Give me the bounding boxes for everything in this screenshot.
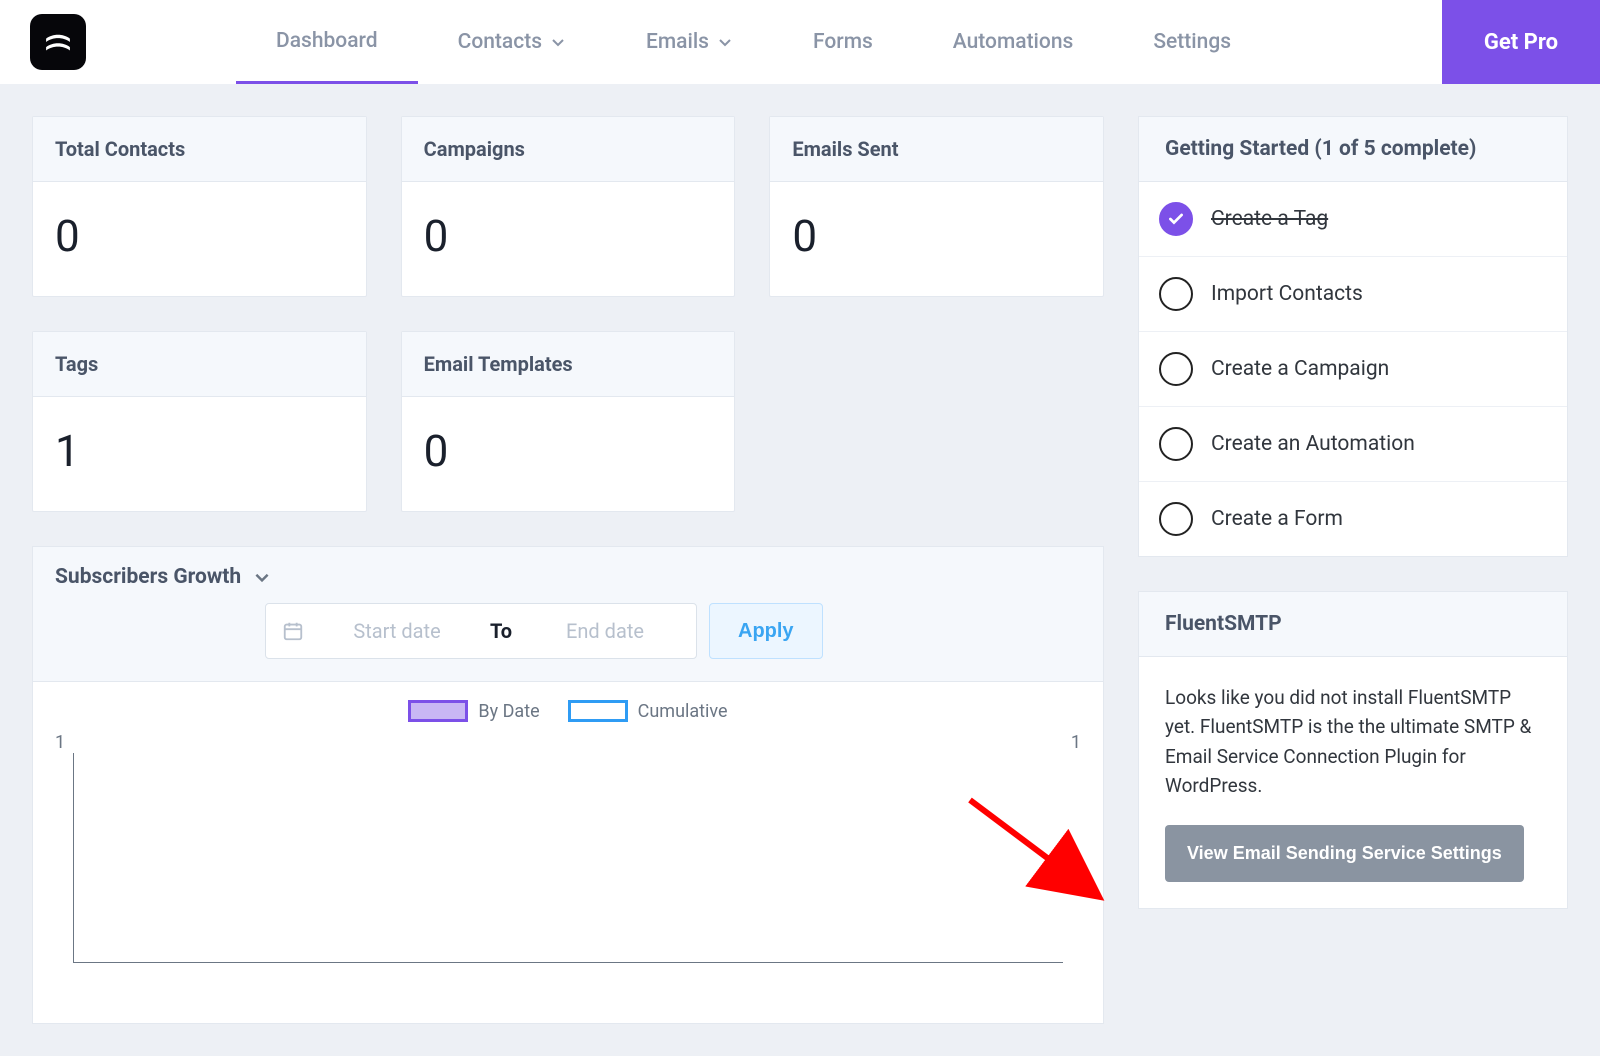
main-nav: Dashboard Contacts Emails Forms Automati… <box>236 0 1271 84</box>
swatch-icon <box>408 700 468 722</box>
step-create-tag[interactable]: Create a Tag <box>1139 182 1567 257</box>
chevron-down-icon[interactable] <box>253 568 271 586</box>
circle-icon <box>1159 427 1193 461</box>
stat-value: 0 <box>770 182 1103 296</box>
start-date-field[interactable]: Start date <box>322 619 472 643</box>
stat-value: 0 <box>33 182 366 296</box>
legend-label: By Date <box>478 701 539 722</box>
step-label: Import Contacts <box>1211 282 1363 306</box>
nav-automations[interactable]: Automations <box>913 0 1114 84</box>
chevron-down-icon <box>550 34 566 50</box>
main-area: Total Contacts 0 Campaigns 0 Emails Sent… <box>0 84 1600 1056</box>
stat-label: Tags <box>33 332 366 397</box>
nav-emails[interactable]: Emails <box>606 0 773 84</box>
left-column: Total Contacts 0 Campaigns 0 Emails Sent… <box>32 116 1104 1024</box>
step-label: Create a Tag <box>1211 207 1328 231</box>
y-left-tick: 1 <box>55 732 65 753</box>
chart-title: Subscribers Growth <box>55 565 241 589</box>
stat-campaigns[interactable]: Campaigns 0 <box>401 116 736 297</box>
stats-grid: Total Contacts 0 Campaigns 0 Emails Sent… <box>32 116 1104 512</box>
fluentsmtp-body: Looks like you did not install FluentSMT… <box>1139 657 1567 908</box>
legend-label: Cumulative <box>638 701 728 722</box>
y-right-tick: 1 <box>1071 732 1081 753</box>
stat-value: 1 <box>33 397 366 511</box>
stat-emails-sent[interactable]: Emails Sent 0 <box>769 116 1104 297</box>
chart-legend: By Date Cumulative <box>55 700 1081 722</box>
stat-value: 0 <box>402 182 735 296</box>
nav-settings[interactable]: Settings <box>1113 0 1271 84</box>
circle-icon <box>1159 352 1193 386</box>
circle-icon <box>1159 502 1193 536</box>
nav-forms[interactable]: Forms <box>773 0 913 84</box>
step-import-contacts[interactable]: Import Contacts <box>1139 257 1567 332</box>
fluentsmtp-text: Looks like you did not install FluentSMT… <box>1165 683 1541 801</box>
legend-cumulative[interactable]: Cumulative <box>568 700 728 722</box>
right-column: Getting Started (1 of 5 complete) Create… <box>1138 116 1568 1024</box>
stat-label: Emails Sent <box>770 117 1103 182</box>
chart-header: Subscribers Growth Start date To End dat… <box>33 547 1103 682</box>
stat-email-templates[interactable]: Email Templates 0 <box>401 331 736 512</box>
stat-label: Total Contacts <box>33 117 366 182</box>
fluent-logo-icon <box>41 25 75 59</box>
step-create-campaign[interactable]: Create a Campaign <box>1139 332 1567 407</box>
step-label: Create a Form <box>1211 507 1343 531</box>
nav-dashboard[interactable]: Dashboard <box>236 0 418 84</box>
checkmark-icon <box>1159 202 1193 236</box>
step-label: Create an Automation <box>1211 432 1415 456</box>
step-create-automation[interactable]: Create an Automation <box>1139 407 1567 482</box>
get-pro-button[interactable]: Get Pro <box>1442 0 1600 84</box>
getting-started-title: Getting Started (1 of 5 complete) <box>1139 117 1567 182</box>
getting-started-panel: Getting Started (1 of 5 complete) Create… <box>1138 116 1568 557</box>
legend-by-date[interactable]: By Date <box>408 700 539 722</box>
stat-label: Email Templates <box>402 332 735 397</box>
apply-button[interactable]: Apply <box>709 603 823 659</box>
step-label: Create a Campaign <box>1211 357 1389 381</box>
end-date-field[interactable]: End date <box>530 619 680 643</box>
chevron-down-icon <box>717 34 733 50</box>
nav-contacts[interactable]: Contacts <box>418 0 606 84</box>
stat-tags[interactable]: Tags 1 <box>32 331 367 512</box>
step-create-form[interactable]: Create a Form <box>1139 482 1567 556</box>
top-bar: Dashboard Contacts Emails Forms Automati… <box>0 0 1600 84</box>
chart-plot-area <box>73 753 1063 963</box>
stat-value: 0 <box>402 397 735 511</box>
stat-label: Campaigns <box>402 117 735 182</box>
date-range-picker[interactable]: Start date To End date <box>265 603 697 659</box>
view-smtp-settings-button[interactable]: View Email Sending Service Settings <box>1165 825 1524 882</box>
date-to-label: To <box>490 619 512 643</box>
fluentsmtp-title: FluentSMTP <box>1139 592 1567 657</box>
chart-axis-labels: 1 1 <box>55 732 1081 753</box>
calendar-icon <box>282 620 304 642</box>
app-logo <box>30 14 86 70</box>
chart-body: By Date Cumulative 1 1 <box>33 682 1103 1023</box>
fluentsmtp-panel: FluentSMTP Looks like you did not instal… <box>1138 591 1568 909</box>
stat-total-contacts[interactable]: Total Contacts 0 <box>32 116 367 297</box>
subscribers-growth-card: Subscribers Growth Start date To End dat… <box>32 546 1104 1024</box>
swatch-icon <box>568 700 628 722</box>
circle-icon <box>1159 277 1193 311</box>
